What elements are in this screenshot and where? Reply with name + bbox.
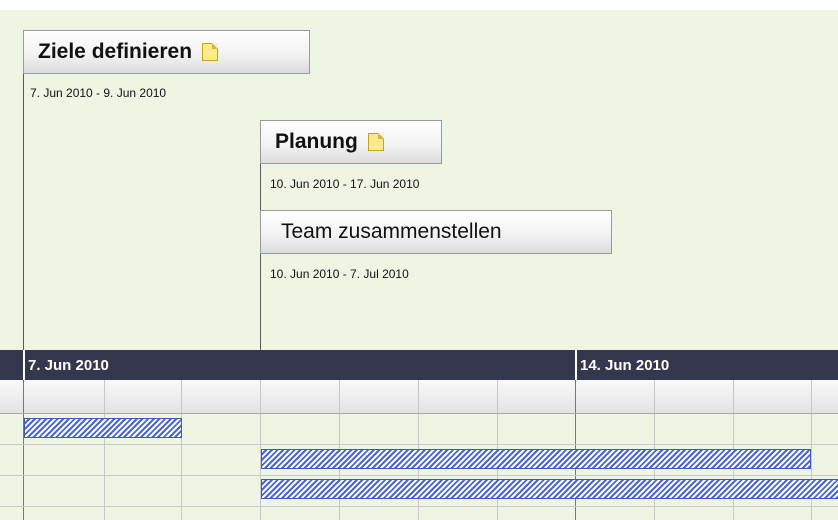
week-label: 14. Jun 2010 — [580, 357, 670, 374]
day-divider — [181, 380, 182, 413]
timeline-week-header: 7. Jun 2010 14. Jun 2010 — [0, 350, 838, 380]
day-divider — [575, 380, 576, 413]
grid-column-line — [811, 414, 812, 520]
task-label-area: Ziele definieren 7. Jun 2010 - 9. Jun 20… — [0, 10, 838, 350]
task-date-range: 7. Jun 2010 - 9. Jun 2010 — [30, 86, 167, 100]
task-title: Team zusammenstellen — [281, 220, 502, 243]
task-title: Planung — [275, 130, 358, 153]
task-button-team-zusammenstellen[interactable]: Team zusammenstellen — [260, 210, 612, 254]
task-button-ziele-definieren[interactable]: Ziele definieren — [23, 30, 310, 74]
task-title: Ziele definieren — [38, 40, 193, 63]
day-divider — [654, 380, 655, 413]
day-divider — [497, 380, 498, 413]
note-icon[interactable] — [367, 133, 384, 151]
day-divider — [23, 380, 24, 413]
task-bar-team-zusammenstellen[interactable] — [261, 479, 838, 499]
gantt-view: Ziele definieren 7. Jun 2010 - 9. Jun 20… — [0, 0, 838, 520]
day-divider — [733, 380, 734, 413]
gantt-grid — [0, 414, 838, 520]
grid-row-line — [0, 506, 838, 507]
grid-row-line — [0, 475, 838, 476]
task-date-range: 10. Jun 2010 - 17. Jun 2010 — [270, 177, 420, 191]
task-bar-planung[interactable] — [261, 449, 811, 469]
week-separator — [575, 350, 577, 380]
timeline-day-header — [0, 380, 838, 414]
task-bar-ziele-definieren[interactable] — [24, 418, 182, 438]
day-divider — [339, 380, 340, 413]
week-label: 7. Jun 2010 — [28, 357, 109, 374]
task-date-range: 10. Jun 2010 - 7. Jul 2010 — [270, 267, 409, 281]
day-divider — [260, 380, 261, 413]
grid-row-line — [0, 444, 838, 445]
day-divider — [418, 380, 419, 413]
task-connector-line — [23, 40, 24, 350]
day-divider — [811, 380, 812, 413]
task-button-planung[interactable]: Planung — [260, 120, 442, 164]
week-separator — [23, 350, 25, 380]
note-icon[interactable] — [202, 43, 219, 61]
day-divider — [104, 380, 105, 413]
